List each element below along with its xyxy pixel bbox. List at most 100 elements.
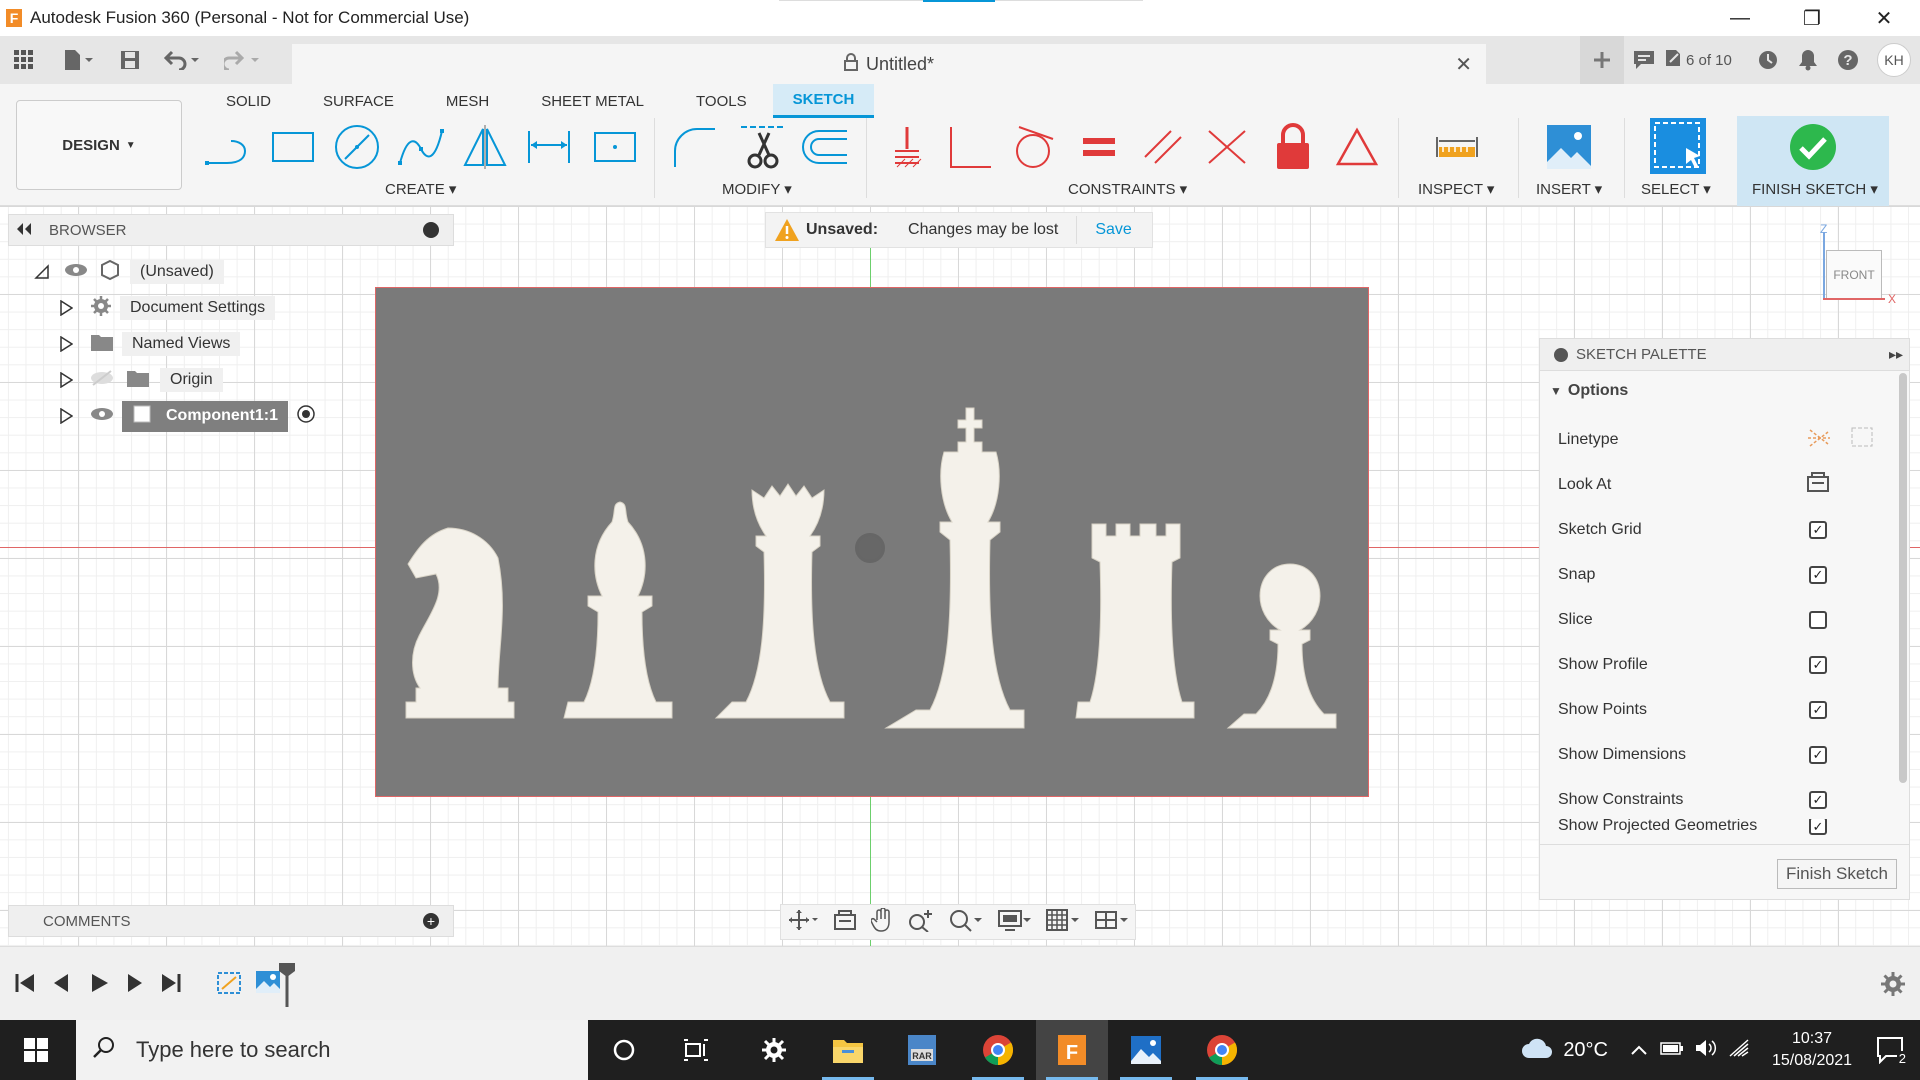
palette-options-icon[interactable] (1554, 347, 1568, 362)
show-constraints-checkbox[interactable]: ✓ (1809, 790, 1827, 809)
timeline-marker-icon[interactable] (279, 963, 295, 1012)
cortana-icon[interactable] (588, 1020, 660, 1080)
trim-tool-icon[interactable] (738, 122, 788, 172)
workspace-switcher[interactable]: DESIGN ▼ (16, 100, 182, 190)
select-tool-icon[interactable] (1650, 118, 1706, 174)
minimize-button[interactable]: — (1704, 0, 1776, 36)
weather-cloud-icon[interactable] (1521, 1036, 1553, 1065)
tree-item-component[interactable]: Component1:1 (54, 400, 316, 432)
viewcube[interactable]: FRONT (1826, 250, 1882, 300)
coincident-constraint-icon[interactable] (1202, 122, 1252, 172)
orbit-icon[interactable] (788, 909, 819, 936)
collapse-section-icon[interactable]: ▼ (1550, 384, 1562, 398)
modify-group-label[interactable]: MODIFY ▾ (722, 180, 792, 198)
settings-gear-icon[interactable] (738, 1020, 810, 1080)
go-to-start-icon[interactable] (14, 972, 36, 1000)
slice-checkbox[interactable] (1809, 610, 1827, 629)
play-icon[interactable] (88, 972, 110, 1000)
symmetry-constraint-icon[interactable] (1332, 122, 1382, 172)
rectangle-tool-icon[interactable] (268, 122, 318, 172)
sketch-grid-checkbox[interactable]: ✓ (1809, 520, 1827, 539)
tab-solid[interactable]: SOLID (200, 84, 297, 118)
help-icon[interactable]: ? (1828, 36, 1868, 84)
save-icon[interactable] (108, 36, 152, 84)
tangent-constraint-icon[interactable] (1008, 122, 1058, 172)
file-menu-icon[interactable] (48, 36, 108, 84)
weather-temperature[interactable]: 20°C (1563, 1039, 1608, 1062)
winrar-icon[interactable]: RAR (886, 1020, 958, 1080)
close-tab-icon[interactable]: ✕ (1455, 52, 1472, 77)
look-at-nav-icon[interactable] (833, 909, 857, 936)
look-at-icon[interactable] (1806, 471, 1830, 498)
file-explorer-icon[interactable] (812, 1020, 884, 1080)
construction-linetype-icon[interactable] (1806, 426, 1832, 453)
horizontal-vertical-constraint-icon[interactable] (882, 122, 932, 172)
expand-triangle-icon[interactable] (54, 408, 78, 424)
constraints-group-label[interactable]: CONSTRAINTS ▾ (1068, 180, 1187, 198)
palette-scrollbar[interactable] (1899, 373, 1907, 783)
new-tab-icon[interactable] (1580, 36, 1624, 84)
measure-tool-icon[interactable] (1432, 122, 1482, 172)
collapse-panel-icon[interactable] (15, 222, 39, 239)
app-grid-icon[interactable] (0, 36, 48, 84)
taskbar-clock[interactable]: 10:37 15/08/2021 (1762, 1028, 1862, 1072)
maximize-button[interactable]: ❐ (1776, 0, 1848, 36)
add-comment-icon[interactable]: + (423, 913, 439, 929)
wifi-icon[interactable] (1728, 1038, 1750, 1063)
show-dimensions-checkbox[interactable]: ✓ (1809, 745, 1827, 764)
finish-sketch-check-icon[interactable] (1788, 122, 1838, 172)
volume-icon[interactable] (1694, 1038, 1718, 1063)
collapse-triangle-icon[interactable] (30, 264, 54, 280)
battery-icon[interactable] (1660, 1040, 1684, 1061)
tree-item-document-settings[interactable]: Document Settings (54, 294, 276, 322)
browser-panel-header[interactable]: BROWSER (8, 214, 454, 246)
timeline-settings-gear-icon[interactable] (1880, 971, 1906, 1002)
go-to-end-icon[interactable] (160, 972, 182, 1000)
step-forward-icon[interactable] (124, 972, 146, 1000)
tab-sheet-metal[interactable]: SHEET METAL (515, 84, 670, 118)
activate-radio-icon[interactable] (296, 404, 316, 429)
tree-root[interactable]: (Unsaved) (30, 258, 224, 286)
job-status[interactable]: 6 of 10 (1664, 36, 1748, 84)
display-settings-icon[interactable] (997, 908, 1031, 937)
tab-mesh[interactable]: MESH (420, 84, 515, 118)
sketch-origin-icon[interactable] (855, 533, 885, 563)
mirror-tool-icon[interactable] (460, 122, 510, 172)
inspect-group-label[interactable]: INSPECT ▾ (1418, 180, 1494, 198)
circle-tool-icon[interactable] (332, 122, 382, 172)
action-center-icon[interactable]: 2 (1862, 1036, 1920, 1066)
task-view-icon[interactable] (660, 1020, 732, 1080)
show-points-checkbox[interactable]: ✓ (1809, 700, 1827, 719)
hidden-eye-icon[interactable] (90, 369, 114, 391)
fusion-360-taskbar-icon[interactable]: F (1036, 1020, 1108, 1080)
tab-surface[interactable]: SURFACE (297, 84, 420, 118)
grid-settings-icon[interactable] (1045, 908, 1080, 937)
chrome-icon[interactable] (962, 1020, 1034, 1080)
finish-sketch-button[interactable]: Finish Sketch (1777, 859, 1897, 889)
visibility-eye-icon[interactable] (64, 263, 88, 282)
browser-options-icon[interactable] (423, 222, 439, 238)
user-menu[interactable]: KH (1868, 36, 1920, 84)
timeline-sketch-feature-icon[interactable] (216, 969, 246, 1005)
create-group-label[interactable]: CREATE ▾ (385, 180, 456, 198)
comments-panel-header[interactable]: COMMENTS + (8, 905, 454, 937)
zoom-icon[interactable] (908, 908, 934, 937)
dimension-tool-icon[interactable] (524, 122, 574, 172)
centerline-linetype-icon[interactable] (1850, 426, 1874, 453)
notifications-icon[interactable] (1788, 36, 1828, 84)
document-tab[interactable]: Untitled* ✕ (292, 44, 1486, 84)
expand-panel-icon[interactable]: ▸▸ (1889, 346, 1903, 363)
clock-icon[interactable] (1748, 36, 1788, 84)
equal-constraint-icon[interactable] (1074, 122, 1124, 172)
tab-sketch[interactable]: SKETCH (772, 84, 875, 118)
close-window-button[interactable]: ✕ (1848, 0, 1920, 36)
zoom-window-icon[interactable] (948, 908, 983, 937)
windows-start-icon[interactable] (0, 1020, 72, 1080)
perpendicular-constraint-icon[interactable] (944, 122, 994, 172)
tree-item-origin[interactable]: Origin (54, 366, 223, 394)
parallel-constraint-icon[interactable] (1138, 122, 1188, 172)
expand-triangle-icon[interactable] (54, 300, 78, 316)
tree-item-named-views[interactable]: Named Views (54, 330, 241, 358)
step-back-icon[interactable] (50, 972, 72, 1000)
redo-icon[interactable] (212, 36, 272, 84)
